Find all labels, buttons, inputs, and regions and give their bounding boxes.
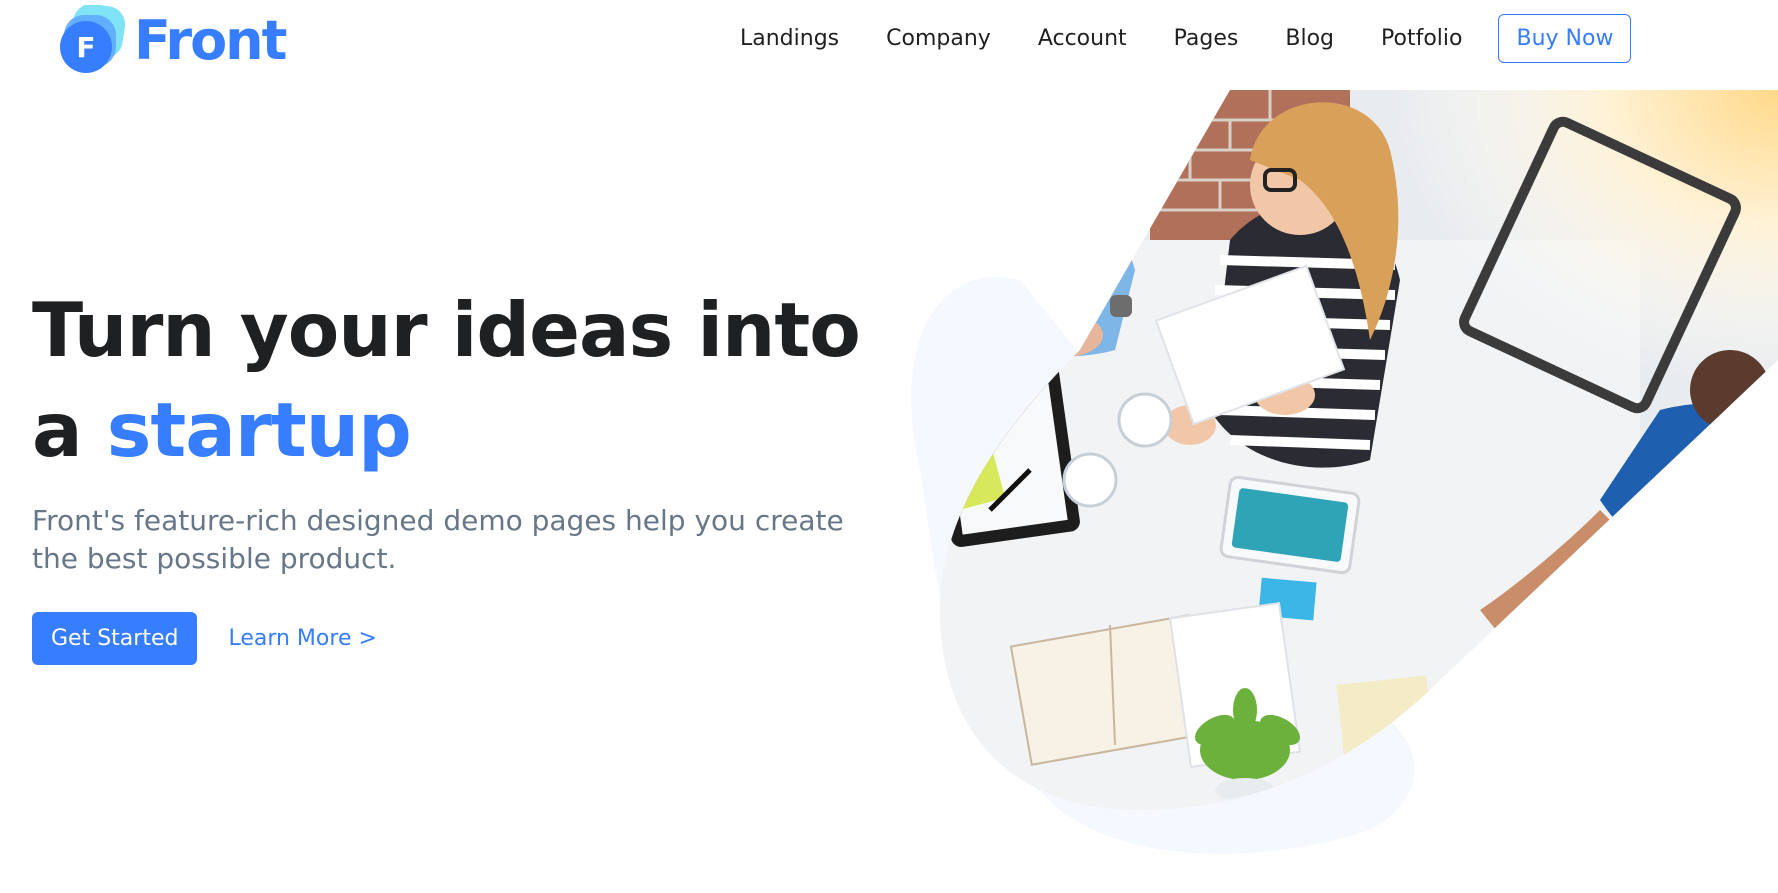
buy-now-button[interactable]: Buy Now <box>1498 13 1632 63</box>
brand-name: Front <box>134 9 287 72</box>
landing-page: F Front Landings Company Account Pages B… <box>0 0 1778 893</box>
logo-mark-icon: F <box>56 3 128 77</box>
hero-title-accent: startup <box>106 386 412 474</box>
logo-mark-letter: F <box>76 31 95 64</box>
hero-description: Front's feature-rich designed demo pages… <box>32 504 844 575</box>
hero-title: Turn your ideas into a startup <box>32 280 872 480</box>
learn-more-link[interactable]: Learn More > <box>228 626 376 651</box>
team-meeting-photo-icon <box>911 90 1778 854</box>
nav-landings[interactable]: Landings <box>740 26 839 51</box>
main-nav: Landings Company Account Pages Blog Potf… <box>740 10 1632 66</box>
hero-cta-row: Get Started Learn More > <box>32 612 377 665</box>
hero-title-line1: Turn your ideas into <box>32 286 861 374</box>
hero-title-prefix: a <box>32 386 83 474</box>
brand-logo[interactable]: F Front <box>56 3 287 77</box>
nav-portfolio[interactable]: Potfolio <box>1381 26 1462 51</box>
hero-image <box>900 90 1778 860</box>
get-started-button[interactable]: Get Started <box>32 612 198 665</box>
nav-pages[interactable]: Pages <box>1174 26 1239 51</box>
nav-blog[interactable]: Blog <box>1285 26 1334 51</box>
nav-company[interactable]: Company <box>886 26 991 51</box>
nav-account[interactable]: Account <box>1038 26 1127 51</box>
